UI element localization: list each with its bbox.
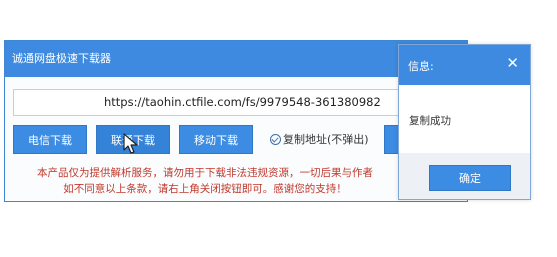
- close-icon[interactable]: ✕: [506, 41, 519, 85]
- mouse-cursor-icon: [123, 133, 138, 154]
- window-title: 诚通网盘极速下载器: [12, 52, 111, 65]
- url-input[interactable]: https://taohin.ctfile.com/fs/9979548-361…: [13, 89, 463, 116]
- ok-button[interactable]: 确定: [429, 165, 511, 191]
- info-dialog-title-bar: 信息: ✕: [399, 45, 530, 85]
- checkmark-icon: [270, 134, 281, 145]
- dianxin-download-button[interactable]: 电信下载: [13, 125, 87, 154]
- copy-address-checkbox[interactable]: 复制地址(不弹出): [270, 125, 369, 154]
- info-dialog: 信息: ✕ 复制成功 确定: [398, 44, 531, 200]
- notice-line-1: 本产品仅为提供解析服务，请勿用于下载非法违规资源，一切后果与作者: [37, 167, 373, 179]
- copy-address-label: 复制地址(不弹出): [283, 133, 369, 146]
- notice-line-2: 如不同意以上条款，请右上角关闭按钮即可。感谢您的支持！: [63, 183, 347, 195]
- yidong-download-button[interactable]: 移动下载: [179, 125, 253, 154]
- info-dialog-title: 信息:: [408, 60, 434, 73]
- disclaimer-notice: 本产品仅为提供解析服务，请勿用于下载非法违规资源，一切后果与作者 如不同意以上条…: [13, 165, 397, 197]
- info-message: 复制成功: [409, 115, 451, 127]
